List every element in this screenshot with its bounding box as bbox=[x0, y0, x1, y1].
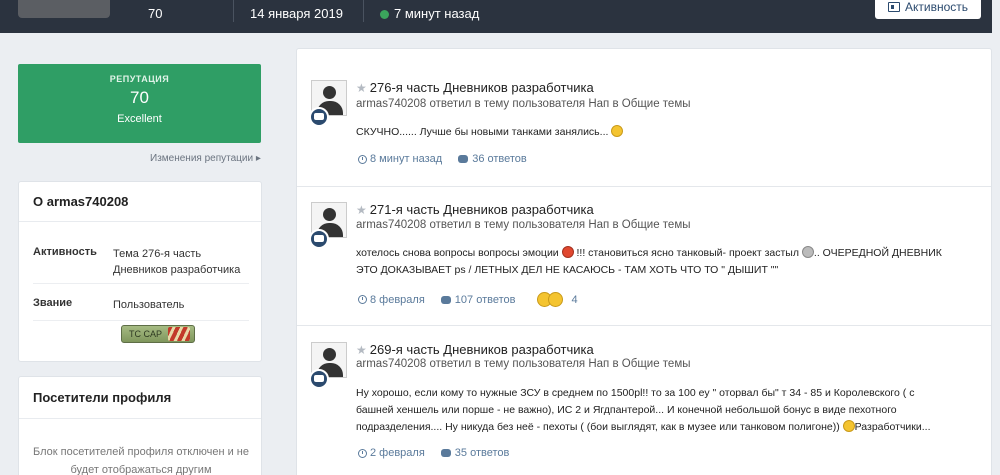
feed-item-title[interactable]: ★ 271-я часть Дневников разработчика bbox=[356, 202, 594, 217]
feed-item-subtitle: armas740208 ответил в тему пользователя … bbox=[356, 358, 691, 370]
feed-item-title[interactable]: ★ 269-я часть Дневников разработчика bbox=[356, 342, 594, 357]
activity-feed: ★ 276-я часть Дневников разработчика arma… bbox=[296, 48, 992, 475]
feed-item-meta: 8 февраля 107 ответов 4 bbox=[358, 292, 578, 307]
star-icon: ★ bbox=[356, 343, 367, 357]
clock-icon bbox=[358, 154, 367, 164]
about-title: О armas740208 bbox=[19, 182, 261, 222]
star-icon: ★ bbox=[356, 203, 367, 217]
feed-item-meta: 8 минут назад 36 ответов bbox=[358, 153, 527, 165]
skull-emoji-icon bbox=[801, 246, 814, 258]
online-status-icon bbox=[380, 10, 389, 19]
emoji-icon bbox=[842, 420, 855, 432]
star-icon: ★ bbox=[356, 81, 367, 95]
activity-button[interactable]: Активность bbox=[875, 0, 981, 19]
feed-item-title[interactable]: ★ 276-я часть Дневников разработчика bbox=[356, 80, 594, 95]
visitors-panel: Посетители профиля Блок посетителей проф… bbox=[18, 376, 262, 475]
reply-badge-icon bbox=[309, 369, 329, 389]
header-reputation: 70 bbox=[148, 6, 163, 21]
feed-item-meta: 2 февраля 35 ответов bbox=[358, 447, 509, 459]
emoji-icon bbox=[611, 125, 624, 137]
reactions-icon[interactable] bbox=[537, 292, 564, 307]
feed-item-text: СКУЧНО...... Лучше бы новыми танками зан… bbox=[356, 124, 981, 141]
feed-item-subtitle: armas740208 ответил в тему пользователя … bbox=[356, 98, 691, 110]
visitors-disabled-text: Блок посетителей профиля отключен и не б… bbox=[33, 446, 250, 475]
feed-item-text: хотелось снова вопросы вопросы эмоции !!… bbox=[356, 246, 942, 276]
about-activity-link[interactable]: Тема 276-я часть Дневников разработчика bbox=[113, 246, 249, 278]
comments-icon bbox=[458, 155, 469, 163]
feed-item-subtitle: armas740208 ответил в тему пользователя … bbox=[356, 219, 691, 231]
reputation-changes-link[interactable]: Изменения репутации ▸ bbox=[150, 153, 261, 164]
rank-badge-image: TC CAP bbox=[121, 325, 195, 343]
reputation-label: РЕПУТАЦИЯ bbox=[109, 74, 170, 84]
header-last-visit: 7 минут назад bbox=[380, 6, 479, 21]
header-join-date: 14 января 2019 bbox=[250, 6, 343, 21]
reply-badge-icon bbox=[309, 107, 329, 127]
activity-icon bbox=[887, 1, 900, 12]
reply-badge-icon bbox=[309, 229, 329, 249]
profile-cover-avatar bbox=[18, 0, 110, 18]
comments-icon bbox=[440, 295, 451, 304]
feed-item-text: Ну хорошо, если кому то нужные ЗСУ в сре… bbox=[356, 387, 931, 433]
reputation-value: 70 bbox=[130, 88, 149, 107]
reputation-rank: Excellent bbox=[117, 113, 162, 125]
profile-header: 70 14 января 2019 7 минут назад Активнос… bbox=[0, 0, 992, 33]
visitors-title: Посетители профиля bbox=[19, 377, 261, 419]
angry-emoji-icon bbox=[561, 246, 574, 258]
about-panel: О armas740208 Активность Тема 276-я част… bbox=[18, 181, 262, 362]
reactions-count: 4 bbox=[571, 293, 578, 306]
clock-icon bbox=[358, 448, 367, 458]
clock-icon bbox=[358, 295, 367, 304]
reputation-box: РЕПУТАЦИЯ 70 Excellent bbox=[18, 64, 261, 143]
comments-icon bbox=[440, 449, 451, 457]
